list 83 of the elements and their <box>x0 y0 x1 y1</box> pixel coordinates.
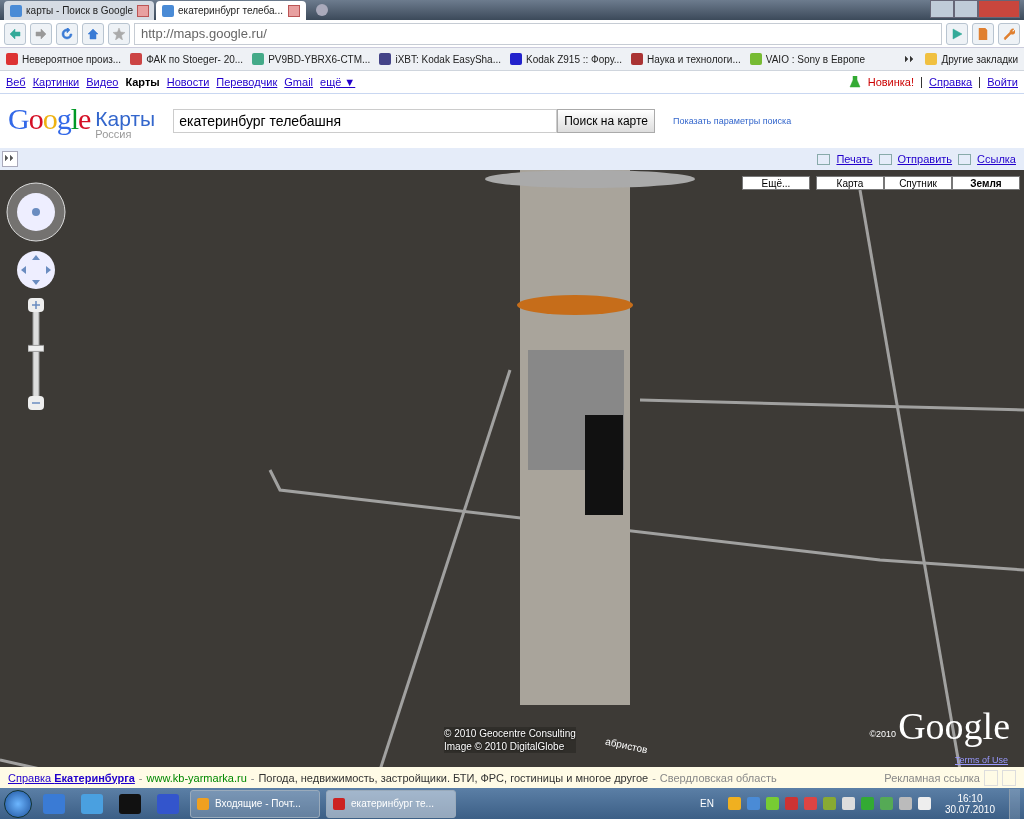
bookmark-item[interactable]: ФАК по Stoeger- 20... <box>130 53 244 65</box>
zoom-slider[interactable] <box>28 298 44 410</box>
reload-icon[interactable] <box>61 27 73 40</box>
dash-text: - <box>652 771 656 784</box>
login-link[interactable]: Войти <box>987 76 1018 88</box>
play-icon[interactable] <box>951 27 963 40</box>
tray-icon[interactable] <box>879 797 893 810</box>
taskbar-button[interactable]: Входящие - Почт... <box>190 789 320 818</box>
dash-text: - <box>250 771 255 784</box>
action-link[interactable]: Отправить <box>897 153 953 165</box>
street-label: абристов <box>604 735 649 756</box>
wrench-icon[interactable] <box>1003 27 1015 40</box>
new-feature-link[interactable]: Новинка! <box>867 76 915 88</box>
help-link[interactable]: Справка <box>929 76 973 88</box>
search-options-link[interactable]: Показать параметры поиска <box>673 116 792 126</box>
home-button[interactable] <box>82 22 104 45</box>
product-name: Карты <box>95 108 156 129</box>
page-icon[interactable] <box>977 27 989 40</box>
zoom-out-icon[interactable] <box>28 396 44 410</box>
bookmark-item[interactable]: VAIO : Sony в Европе <box>749 53 865 65</box>
tray-icon[interactable] <box>765 797 779 810</box>
back-button[interactable] <box>4 22 26 45</box>
bookmark-item[interactable]: iXBT: Kodak EasySha... <box>379 53 502 65</box>
nav-link[interactable]: Веб <box>6 76 26 88</box>
nav-link[interactable]: ещё ▼ <box>320 76 356 88</box>
tools-menu-button[interactable] <box>998 22 1020 45</box>
map-type-button[interactable]: Спутник <box>884 176 952 190</box>
ad-label: Рекламная ссылка <box>884 771 980 784</box>
forward-button[interactable] <box>30 22 52 45</box>
flask-icon[interactable] <box>848 76 861 88</box>
copyright-text: Image © 2010 DigitalGlobe <box>444 740 576 753</box>
dash-text: - <box>138 771 143 784</box>
zoom-thumb[interactable] <box>28 344 44 352</box>
show-desktop-button[interactable] <box>1009 788 1020 819</box>
tray-icon[interactable] <box>841 797 855 810</box>
star-icon[interactable] <box>113 27 125 40</box>
start-button[interactable] <box>4 789 32 818</box>
ad-text: Погода, недвижимость, застройщики. БТИ, ФРС, гостиницы и многое другое <box>258 771 649 784</box>
bookmark-item[interactable]: PV9BD-YBRX6-CTM... <box>252 53 371 65</box>
tray-icon[interactable] <box>822 797 836 810</box>
map-type-button[interactable]: Ещё... <box>742 176 810 190</box>
map-type-button[interactable]: Карта <box>816 176 884 190</box>
home-icon[interactable] <box>87 27 99 40</box>
browser-tab[interactable]: карты - Поиск в Google <box>4 1 154 20</box>
bookmark-folder[interactable]: Другие закладки <box>925 53 1018 65</box>
bookmark-item[interactable]: Kodak Z915 :: Фору... <box>510 53 623 65</box>
region-label: Россия <box>95 129 132 140</box>
address-field[interactable]: http://maps.google.ru/ <box>134 22 942 45</box>
map-type-button[interactable]: Земля <box>952 176 1020 190</box>
bookmark-item[interactable]: Невероятное произ... <box>6 53 122 65</box>
page-menu-button[interactable] <box>972 22 994 45</box>
look-control-icon[interactable] <box>6 182 66 242</box>
action-link[interactable]: Ссылка <box>977 153 1016 165</box>
nav-link[interactable]: Карты <box>125 76 160 88</box>
tray-icon[interactable] <box>727 797 741 810</box>
browser-tab[interactable]: екатеринбург телеба... <box>156 1 306 20</box>
google-watermark-logo: ©2010 Google <box>869 707 1010 745</box>
pan-control-icon[interactable] <box>16 250 56 290</box>
ad-region: Свердловская область <box>659 771 777 784</box>
search-field[interactable]: екатеринбург телебашня <box>173 109 558 133</box>
zoom-in-icon[interactable] <box>28 298 44 312</box>
nav-link[interactable]: Картинки <box>32 76 80 88</box>
ad-title-link[interactable]: Справка Екатеринбурга <box>8 771 135 784</box>
ad-url: www.kb-yarmarka.ru <box>146 771 247 784</box>
go-button[interactable] <box>946 22 968 45</box>
clock[interactable]: 16:10 30.07.2010 <box>944 792 995 815</box>
nav-link[interactable]: Gmail <box>284 76 314 88</box>
tray-icon[interactable] <box>917 797 931 810</box>
google-logo: Google <box>8 102 91 136</box>
bookmark-button[interactable] <box>108 22 130 45</box>
terms-link[interactable]: Terms of Use <box>955 755 1008 765</box>
forward-arrow-icon[interactable] <box>35 27 47 40</box>
nav-link[interactable]: Новости <box>166 76 210 88</box>
action-link[interactable]: Печать <box>836 153 873 165</box>
reload-button[interactable] <box>56 22 78 45</box>
language-indicator[interactable]: EN <box>700 798 714 809</box>
copyright-text: © 2010 Geocentre Consulting <box>444 727 576 740</box>
back-arrow-icon[interactable] <box>9 27 21 40</box>
nav-link[interactable]: Видео <box>86 76 119 88</box>
nav-link[interactable]: Переводчик <box>216 76 278 88</box>
tray-icon[interactable] <box>898 797 912 810</box>
bookmark-item[interactable]: Наука и технологи... <box>631 53 741 65</box>
search-button[interactable]: Поиск на карте <box>557 109 656 133</box>
